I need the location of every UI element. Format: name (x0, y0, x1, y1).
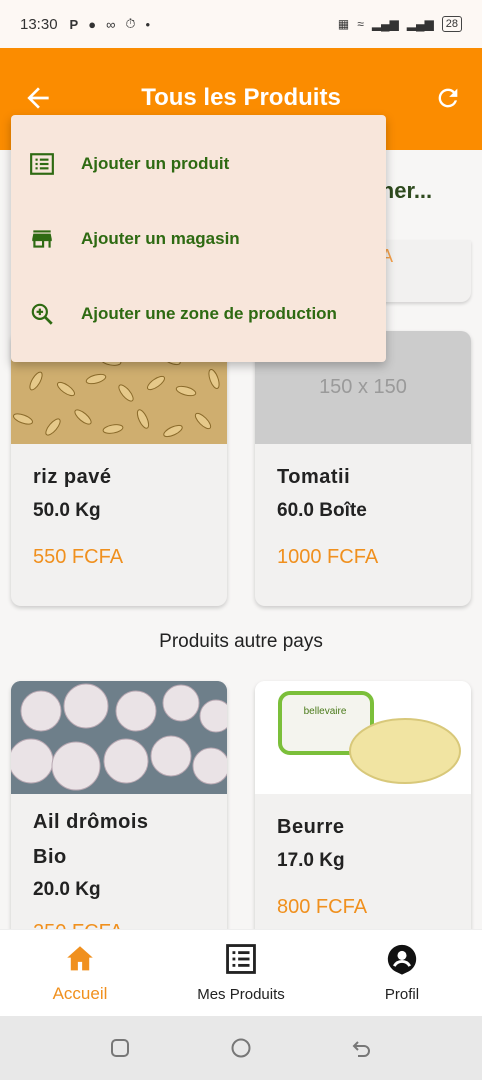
list-icon (226, 944, 256, 974)
product-name-line2: Bio (33, 846, 67, 868)
butter-brand: bellevaire (304, 706, 347, 717)
product-image (11, 681, 227, 794)
product-price: 800 FCFA (277, 896, 368, 918)
p-icon: P (69, 16, 79, 32)
list-icon (30, 152, 54, 175)
chat-icon: ● (88, 16, 97, 32)
nav-item-home[interactable]: Accueil (0, 930, 160, 1017)
product-name-line1: Ail drômois (33, 811, 149, 833)
back-icon[interactable] (350, 1036, 374, 1060)
notification-icons: P ● ∞ ⏱ • (70, 16, 151, 32)
product-quantity: 17.0 Kg (277, 850, 345, 871)
section-title-other-countries: Produits autre pays (159, 631, 323, 652)
product-card-tomatii[interactable]: 150 x 150 Tomatii 60.0 Boîte 1000 FCFA (255, 331, 471, 606)
product-name: Beurre (277, 816, 345, 838)
menu-item-add-production-zone[interactable]: Ajouter une zone de production (11, 276, 386, 351)
product-card-riz[interactable]: riz pavé 50.0 Kg 550 FCFA (11, 331, 227, 606)
home-icon (67, 946, 93, 971)
menu-item-add-product[interactable]: Ajouter un produit (11, 126, 386, 201)
signal-2-icon: ▂▄▆ (406, 17, 434, 31)
garlic-image (11, 681, 227, 794)
system-status-icons: ▦ ≈ ▂▄▆ ▂▄▆ 28 (338, 16, 462, 32)
butter-image: bellevaire (255, 681, 471, 794)
product-quantity: 20.0 Kg (33, 879, 101, 900)
infinity-icon: ∞ (106, 16, 116, 32)
status-time: 13:30 (20, 15, 58, 33)
bottom-navigation: Accueil Mes Produits Profil (0, 929, 482, 1016)
zoom-in-icon (31, 303, 53, 325)
product-name: riz pavé (33, 466, 112, 488)
product-quantity: 50.0 Kg (33, 500, 101, 521)
dot-icon: • (145, 16, 151, 32)
wifi-icon: ≈ (357, 17, 364, 31)
profile-icon (387, 944, 417, 975)
product-name: Tomatii (277, 466, 351, 488)
menu-item-label: Ajouter une zone de production (81, 303, 337, 323)
menu-item-label: Ajouter un produit (81, 153, 230, 173)
product-quantity: 60.0 Boîte (277, 500, 367, 521)
signal-icon: ▂▄▆ (371, 17, 399, 31)
product-card-ail[interactable]: Ail drômois Bio 20.0 Kg 250 FCFA (11, 681, 227, 971)
vibrate-icon: ▦ (337, 17, 350, 31)
home-circle-icon[interactable] (229, 1036, 253, 1060)
timer-icon: ⏱ (125, 16, 136, 31)
battery-icon: 28 (441, 16, 462, 32)
recents-icon[interactable] (108, 1036, 132, 1060)
product-price: 550 FCFA (33, 546, 124, 568)
product-price: 1000 FCFA (277, 546, 379, 568)
store-icon (32, 229, 52, 248)
system-navigation-bar (0, 1016, 482, 1080)
nav-item-my-products[interactable]: Mes Produits (161, 930, 321, 1017)
nav-label: Mes Produits (197, 986, 285, 1003)
page-title: Tous les Produits (141, 84, 341, 111)
menu-item-label: Ajouter un magasin (81, 228, 240, 248)
product-image: bellevaire (255, 681, 471, 794)
product-card-beurre[interactable]: bellevaire Beurre 17.0 Kg 800 FCFA (255, 681, 471, 941)
nav-item-profile[interactable]: Profil (322, 930, 482, 1017)
status-bar: 13:30 P ● ∞ ⏱ • ▦ ≈ ▂▄▆ ▂▄▆ 28 (0, 0, 482, 48)
menu-item-add-store[interactable]: Ajouter un magasin (11, 201, 386, 276)
add-menu-popup: Ajouter un produit Ajouter un magasin Aj… (11, 115, 386, 362)
refresh-icon[interactable] (434, 84, 462, 112)
nav-label: Accueil (52, 984, 108, 1003)
nav-label: Profil (384, 986, 420, 1003)
